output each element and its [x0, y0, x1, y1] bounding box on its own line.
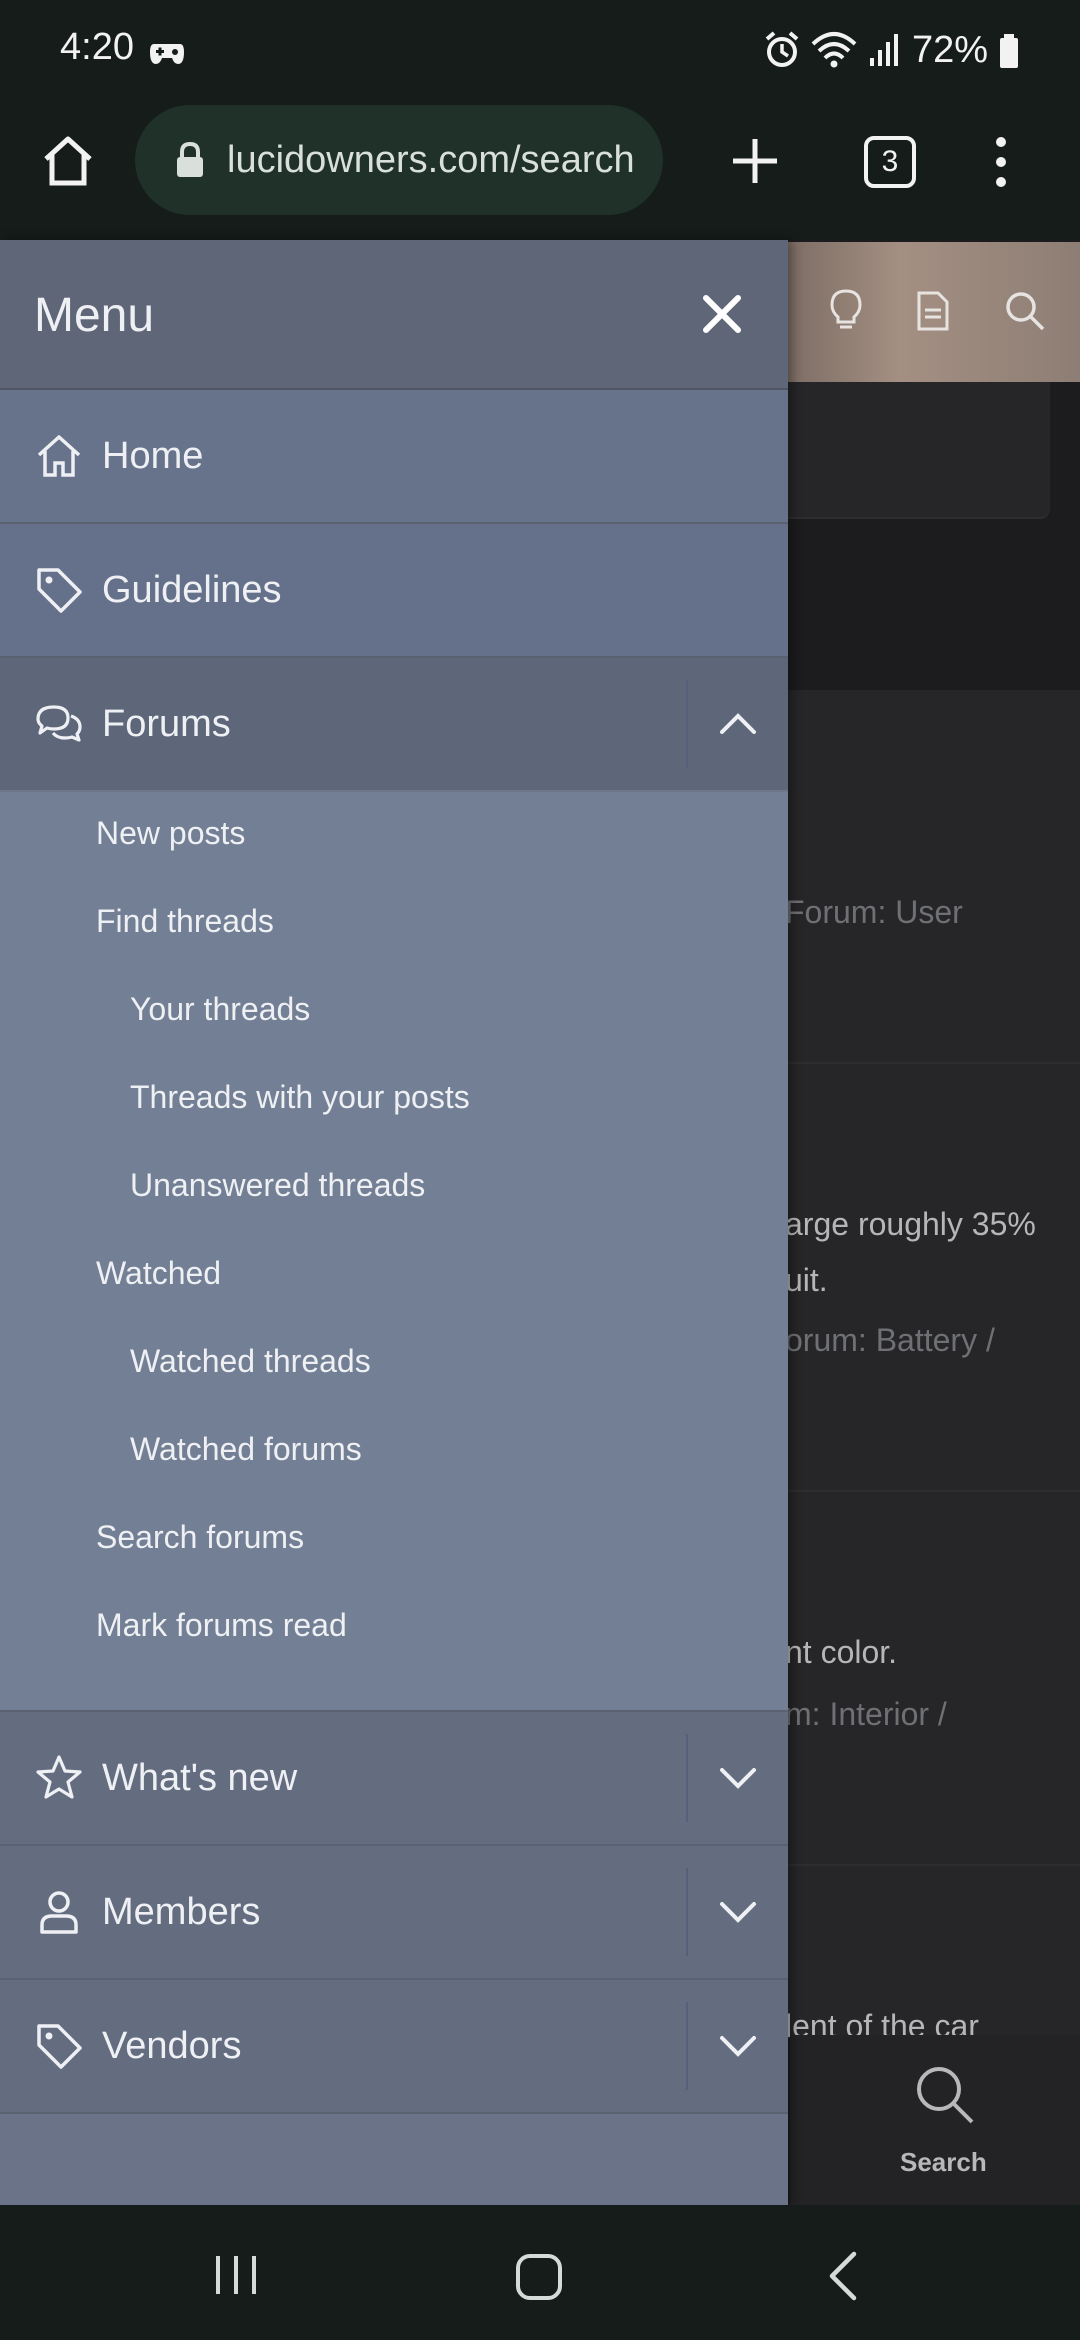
nav-item-guidelines[interactable]: Guidelines: [0, 524, 788, 658]
chevron-down-icon: [720, 1768, 756, 1789]
star-icon: [36, 1755, 82, 1799]
result-snippet: nt color.: [785, 1634, 898, 1670]
document-icon[interactable]: [916, 290, 950, 332]
drawer-title: Menu: [34, 289, 155, 342]
drawer-footer: [0, 2114, 788, 2205]
nav-item-label: Home: [102, 434, 204, 477]
tag-icon: [37, 568, 82, 613]
cellular-signal-icon: [869, 34, 898, 66]
tab-switcher-button[interactable]: 3: [864, 136, 916, 188]
chevron-down-icon: [720, 2036, 756, 2057]
members-expand-toggle[interactable]: [686, 1868, 788, 1956]
close-icon[interactable]: [690, 282, 754, 346]
bottom-search-icon[interactable]: [914, 2064, 976, 2126]
forums-collapse-toggle[interactable]: [686, 680, 788, 768]
submenu-link-your-threads[interactable]: Your threads: [130, 991, 310, 1028]
bottom-search-label: Search: [900, 2147, 987, 2177]
submenu-link-unanswered-threads[interactable]: Unanswered threads: [130, 1167, 425, 1204]
recent-apps-icon[interactable]: [212, 2252, 260, 2298]
nav-item-label: Members: [102, 1890, 261, 1933]
home-button-icon[interactable]: [514, 2252, 564, 2302]
chat-bubbles-icon: [36, 705, 82, 742]
nav-item-forums[interactable]: Forums: [0, 658, 788, 790]
result-card[interactable]: [780, 1492, 1080, 1866]
battery-percent: 72%: [911, 28, 988, 71]
chevron-up-icon: [720, 713, 756, 734]
submenu-link-watched-threads[interactable]: Watched threads: [130, 1343, 371, 1380]
nav-item-vendors[interactable]: Vendors: [0, 1980, 788, 2114]
wifi-icon: [811, 32, 857, 68]
new-tab-icon[interactable]: [730, 136, 780, 186]
result-card[interactable]: [780, 690, 1080, 1064]
home-icon: [37, 435, 81, 477]
result-meta: orum: Battery /: [785, 1322, 995, 1358]
more-options-icon[interactable]: [988, 134, 1014, 190]
nav-item-home[interactable]: Home: [0, 390, 788, 524]
nav-item-label: Forums: [102, 702, 231, 745]
tag-icon: [37, 2024, 82, 2069]
whats-new-expand-toggle[interactable]: [686, 1734, 788, 1822]
result-meta: Forum: User: [785, 894, 963, 930]
submenu-link-watched-forums[interactable]: Watched forums: [130, 1431, 362, 1468]
status-time: 4:20: [60, 26, 134, 68]
nav-item-members[interactable]: Members: [0, 1846, 788, 1980]
lightbulb-icon[interactable]: [828, 288, 864, 332]
submenu-link-new-posts[interactable]: New posts: [96, 815, 245, 852]
submenu-link-mark-forums-read[interactable]: Mark forums read: [96, 1607, 347, 1644]
status-icons: 72%: [764, 22, 1020, 78]
back-icon[interactable]: [826, 2250, 860, 2302]
address-bar[interactable]: lucidowners.com/search: [135, 105, 663, 215]
user-icon: [40, 1891, 78, 1934]
nav-item-label: What's new: [102, 1756, 298, 1799]
submenu-link-search-forums[interactable]: Search forums: [96, 1519, 304, 1556]
lock-icon: [177, 141, 203, 177]
header-search-icon[interactable]: [1004, 290, 1046, 332]
battery-icon: [1000, 34, 1018, 68]
nav-item-label: Vendors: [102, 2024, 242, 2067]
url-text: lucidowners.com/search: [227, 138, 635, 181]
nav-item-whats-new[interactable]: What's new: [0, 1712, 788, 1846]
submenu-link-threads-with-your-posts[interactable]: Threads with your posts: [130, 1079, 470, 1116]
vendors-expand-toggle[interactable]: [686, 2002, 788, 2090]
game-controller-icon: [150, 44, 184, 64]
submenu-link-watched[interactable]: Watched: [96, 1255, 221, 1292]
search-box-card: [780, 382, 1050, 519]
alarm-icon: [765, 31, 799, 67]
result-snippet: uit.: [785, 1262, 828, 1298]
nav-item-label: Guidelines: [102, 568, 282, 611]
home-icon[interactable]: [40, 133, 96, 189]
result-meta: m: Interior /: [785, 1696, 947, 1732]
submenu-link-find-threads[interactable]: Find threads: [96, 903, 274, 940]
result-snippet: arge roughly 35%: [785, 1206, 1036, 1242]
chevron-down-icon: [720, 1902, 756, 1923]
